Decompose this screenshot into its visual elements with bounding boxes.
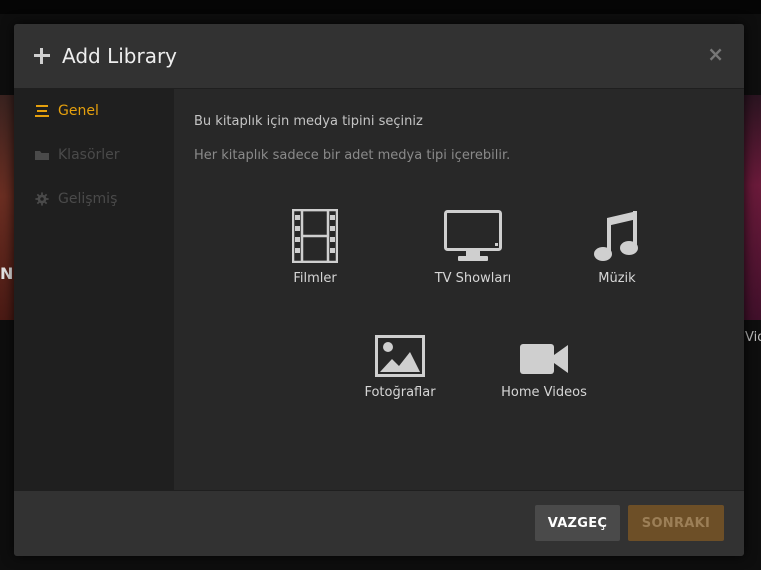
dialog-footer: VAZGEÇ SONRAKI [14,490,744,556]
media-type-fotograflar[interactable]: Fotoğraflar [345,335,455,400]
media-type-label: Fotoğraflar [364,385,436,400]
media-type-home-videos[interactable]: Home Videos [484,341,604,400]
plus-icon [34,48,50,64]
background-poster-right [744,95,761,320]
media-type-label: Müzik [598,271,636,286]
cancel-button[interactable]: VAZGEÇ [535,505,620,541]
next-button[interactable]: SONRAKI [628,505,724,541]
background-top-bar [0,0,761,14]
sidebar-item-label: Klasörler [58,147,120,163]
music-icon [593,210,641,263]
media-type-filmler[interactable]: Filmler [275,209,355,286]
close-icon[interactable]: × [707,44,724,64]
dialog-sidebar: Genel Klasörler Gelişmiş [14,89,174,490]
folder-icon [34,148,50,162]
sidebar-item-label: Gelişmiş [58,191,118,207]
tv-icon [444,210,502,263]
dialog-title: Add Library [62,44,178,68]
media-type-tv-showlari[interactable]: TV Showları [418,210,528,286]
sidebar-item-label: Genel [58,103,99,119]
video-camera-icon [519,341,569,377]
gear-icon [34,192,50,206]
background-poster-left [0,95,14,320]
background-poster-right-caption: Vid [745,330,761,345]
film-icon [292,209,338,263]
media-type-muzik[interactable]: Müzik [577,210,657,286]
dialog-content: Bu kitaplık için medya tipini seçiniz He… [174,89,744,490]
background-poster-left-text: N [0,264,14,283]
sidebar-item-gelismis[interactable]: Gelişmiş [14,177,174,221]
sidebar-item-genel[interactable]: Genel [14,89,174,133]
add-library-dialog: Add Library × Genel Klasörler Gelişmiş B… [14,24,744,556]
dialog-header: Add Library × [14,24,744,89]
photo-icon [375,335,425,377]
list-icon [34,104,50,118]
hint-text: Her kitaplık sadece bir adet medya tipi … [194,148,511,163]
media-type-label: TV Showları [434,271,512,286]
sidebar-item-klasorler[interactable]: Klasörler [14,133,174,177]
instruction-text: Bu kitaplık için medya tipini seçiniz [194,114,423,129]
media-type-label: Home Videos [501,385,587,400]
media-type-label: Filmler [293,271,337,286]
